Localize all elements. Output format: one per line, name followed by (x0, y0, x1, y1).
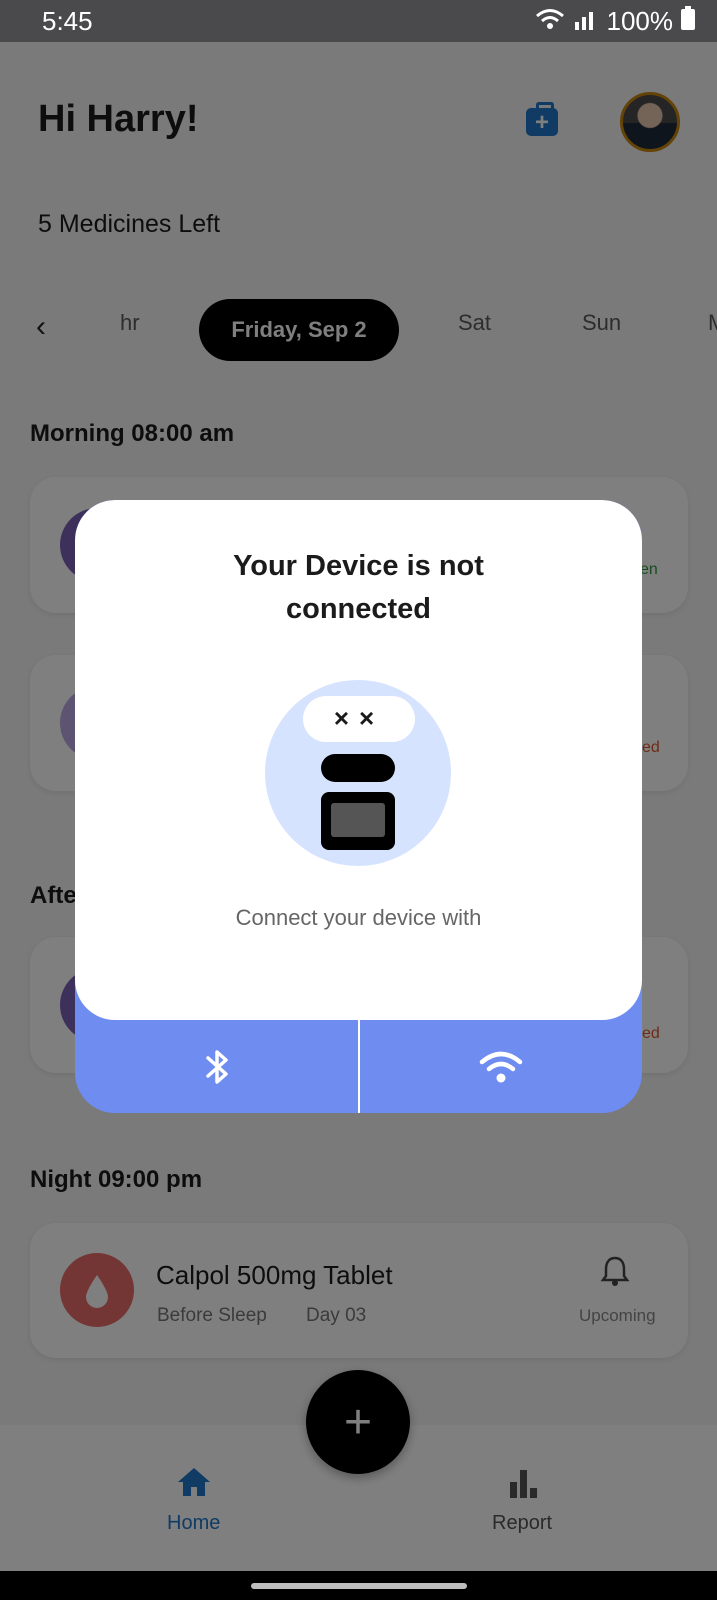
bluetooth-icon (205, 1049, 228, 1084)
battery-icon (681, 6, 695, 37)
bluetooth-button[interactable] (75, 1020, 358, 1113)
dead-eyes-icon: ×× (333, 703, 385, 733)
device-not-connected-modal: Your Device is not connected ×× Connect … (75, 500, 642, 1113)
wifi-icon (479, 1051, 523, 1082)
status-bar: 5:45 100% (0, 0, 717, 42)
wifi-status-icon (535, 6, 565, 37)
modal-caption: Connect your device with (235, 905, 482, 930)
modal-title-line2: connected (285, 593, 432, 625)
modal-content: Your Device is not connected ×× Connect … (75, 500, 642, 1020)
signal-icon (573, 6, 599, 37)
wifi-button[interactable] (360, 1020, 642, 1113)
status-icons: 100% (535, 6, 695, 37)
status-time: 5:45 (42, 6, 93, 36)
gesture-handle[interactable] (251, 1583, 467, 1589)
modal-title-line1: Your Device is not (233, 550, 484, 582)
modal-title: Your Device is not connected (75, 545, 642, 631)
device-lid (321, 754, 395, 782)
battery-percent: 100% (606, 6, 674, 36)
device-window (331, 803, 385, 837)
